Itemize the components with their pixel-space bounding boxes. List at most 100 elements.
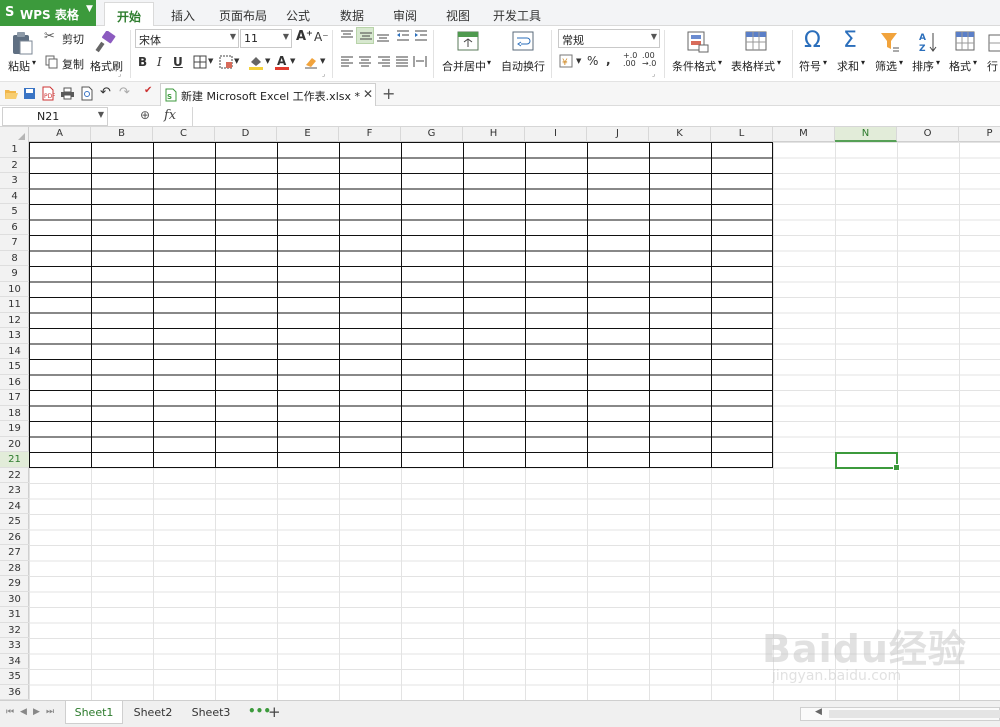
row-header[interactable]: 15: [0, 359, 29, 375]
undo-icon[interactable]: ↶: [100, 85, 111, 100]
row-header[interactable]: 2: [0, 158, 29, 173]
row-header[interactable]: 24: [0, 499, 29, 514]
chevron-down-icon[interactable]: ▼: [265, 57, 270, 65]
wrap-text-button[interactable]: 自动换行: [500, 28, 546, 78]
bold-button[interactable]: B: [138, 55, 147, 69]
column-header[interactable]: N: [835, 127, 897, 142]
percent-icon[interactable]: %: [587, 54, 598, 68]
row-header[interactable]: 6: [0, 220, 29, 235]
row-col-button[interactable]: 行: [985, 28, 1000, 78]
name-box[interactable]: N21 ▼: [2, 107, 108, 126]
decrease-indent-icon[interactable]: [396, 30, 410, 42]
font-size-select[interactable]: 11 ▼: [240, 29, 292, 48]
align-bottom-icon[interactable]: [376, 30, 390, 42]
font-color-icon[interactable]: A: [275, 54, 289, 70]
sheet-tab-3[interactable]: Sheet3: [184, 701, 238, 724]
italic-button[interactable]: I: [157, 55, 162, 69]
row-header[interactable]: 16: [0, 375, 29, 390]
filter-button[interactable]: 筛选 ▾: [873, 28, 907, 78]
column-header[interactable]: L: [711, 127, 773, 142]
column-header[interactable]: P: [959, 127, 1000, 142]
redo-icon[interactable]: ↷: [119, 85, 130, 100]
row-header[interactable]: 23: [0, 483, 29, 499]
column-header[interactable]: E: [277, 127, 339, 142]
scroll-left-icon[interactable]: ◀: [815, 707, 822, 717]
tab-data[interactable]: 数据: [340, 7, 364, 24]
align-middle-button[interactable]: [356, 27, 374, 44]
align-top-icon[interactable]: [340, 30, 354, 42]
sheet-tab-1[interactable]: Sheet1: [65, 701, 123, 724]
row-header[interactable]: 13: [0, 328, 29, 344]
close-tab-icon[interactable]: ✕: [363, 87, 373, 101]
new-tab-icon[interactable]: +: [382, 84, 395, 103]
tab-page-layout[interactable]: 页面布局: [219, 7, 267, 24]
decrease-font-size-icon[interactable]: A⁻: [314, 30, 329, 44]
format-button[interactable]: 格式 ▾: [947, 28, 981, 78]
row-header[interactable]: 27: [0, 545, 29, 561]
cell-style-icon[interactable]: [219, 55, 233, 69]
export-pdf-icon[interactable]: PDF: [41, 86, 55, 101]
column-header[interactable]: C: [153, 127, 215, 142]
underline-button[interactable]: U: [173, 55, 183, 69]
table-style-button[interactable]: 表格样式 ▾: [729, 28, 785, 78]
chevron-down-icon[interactable]: ▼: [208, 57, 213, 65]
justify-icon[interactable]: [395, 56, 409, 68]
column-header[interactable]: B: [91, 127, 153, 142]
column-header[interactable]: F: [339, 127, 401, 142]
row-header[interactable]: 31: [0, 607, 29, 623]
row-header[interactable]: 35: [0, 669, 29, 685]
column-header[interactable]: O: [897, 127, 959, 142]
formula-input[interactable]: [192, 107, 998, 126]
chevron-down-icon[interactable]: ▼: [234, 57, 239, 65]
row-header[interactable]: 4: [0, 189, 29, 204]
dialog-launcher-icon[interactable]: ⌟: [652, 70, 655, 78]
insert-function-icon[interactable]: fx: [164, 108, 176, 123]
copy-button[interactable]: 复制: [44, 54, 86, 72]
row-header[interactable]: 11: [0, 297, 29, 313]
row-header[interactable]: 34: [0, 654, 29, 669]
row-header[interactable]: 5: [0, 204, 29, 220]
column-header[interactable]: D: [215, 127, 277, 142]
chevron-down-icon[interactable]: ▼: [320, 57, 325, 65]
row-header[interactable]: 32: [0, 623, 29, 638]
paste-button[interactable]: 粘贴 ▾: [4, 28, 40, 78]
dialog-launcher-icon[interactable]: ⌟: [322, 70, 325, 78]
symbol-button[interactable]: Ω 符号 ▾: [797, 28, 831, 78]
row-header[interactable]: 26: [0, 530, 29, 545]
row-header[interactable]: 21: [0, 452, 29, 468]
row-header[interactable]: 33: [0, 638, 29, 654]
row-header[interactable]: 7: [0, 235, 29, 251]
tab-home[interactable]: 开始: [104, 2, 155, 27]
open-folder-icon[interactable]: [4, 87, 18, 100]
prev-sheet-icon[interactable]: ◀: [20, 707, 27, 717]
column-header[interactable]: G: [401, 127, 463, 142]
row-header[interactable]: 19: [0, 421, 29, 437]
column-header[interactable]: J: [587, 127, 649, 142]
tab-insert[interactable]: 插入: [171, 7, 195, 24]
row-header[interactable]: 9: [0, 266, 29, 282]
tab-review[interactable]: 审阅: [393, 7, 417, 24]
row-header[interactable]: 14: [0, 344, 29, 359]
row-header[interactable]: 3: [0, 173, 29, 189]
scrollbar-thumb[interactable]: [829, 710, 1000, 718]
increase-decimal-icon[interactable]: +.0.00: [623, 52, 637, 68]
column-header[interactable]: H: [463, 127, 525, 142]
sort-button[interactable]: A Z 排序 ▾: [910, 28, 944, 78]
sum-button[interactable]: Σ 求和 ▾: [835, 28, 869, 78]
select-all-corner[interactable]: [0, 127, 29, 142]
fill-color-icon[interactable]: [248, 54, 264, 70]
comma-style-icon[interactable]: ,: [606, 53, 611, 67]
add-sheet-icon[interactable]: +: [268, 703, 281, 721]
increase-indent-icon[interactable]: [414, 30, 428, 42]
row-header[interactable]: 30: [0, 592, 29, 607]
distributed-align-icon[interactable]: [413, 55, 427, 68]
save-icon[interactable]: [23, 87, 36, 100]
cut-button[interactable]: ✂ 剪切: [44, 29, 86, 47]
borders-icon[interactable]: [193, 55, 207, 69]
row-header[interactable]: 29: [0, 576, 29, 592]
chevron-down-icon[interactable]: ▼: [290, 57, 295, 65]
row-header[interactable]: 20: [0, 437, 29, 452]
print-preview-icon[interactable]: [80, 86, 94, 101]
app-menu-button[interactable]: S WPS 表格 ▼: [0, 0, 96, 26]
pin-icon[interactable]: ✔: [144, 85, 152, 96]
